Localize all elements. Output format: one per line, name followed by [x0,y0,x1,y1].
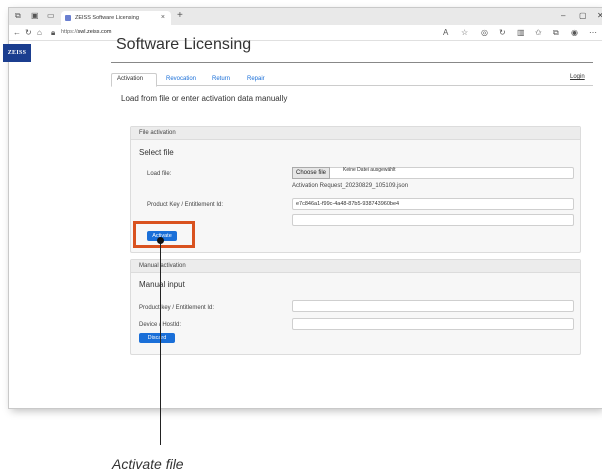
refresh-extension-icon[interactable]: ↻ [499,28,506,37]
product-key-label: Product Key / Entitlement Id: [147,202,224,208]
refresh-icon[interactable]: ↻ [25,28,32,37]
page-title: Software Licensing [116,36,252,53]
additional-input[interactable] [292,214,574,226]
favicon-icon [65,15,71,21]
read-aloud-icon[interactable]: A [443,28,448,37]
tab-repair[interactable]: Repair [247,76,265,82]
instructions-text: Load from file or enter activation data … [121,94,288,103]
favorites-icon[interactable]: ✩ [535,28,542,37]
new-tab-button[interactable]: + [177,10,183,21]
tab-activation[interactable]: Activation [117,76,143,82]
header-divider [111,62,593,63]
lock-icon: 🔒︎ [51,28,56,37]
maximize-icon[interactable]: ▢ [579,11,587,20]
favorite-icon[interactable]: ☆ [461,28,468,37]
choose-file-button[interactable]: Choose file [292,167,331,179]
activate-highlight-box [133,221,195,248]
callout-caption: Activate file [112,456,184,472]
browser-tab[interactable]: ZEISS Software Licensing × [61,11,171,25]
home-icon[interactable]: ⌂ [37,28,42,37]
product-key-input[interactable]: e7c846a1-f99c-4a48-87b5-938743960be4 [292,198,574,210]
tab-return[interactable]: Return [212,76,230,82]
collections-icon[interactable]: ⧉ [553,28,559,37]
back-icon[interactable]: ← [13,28,21,37]
manual-activation-header: Manual activation [131,260,580,273]
extension-icon[interactable]: ◎ [481,28,488,37]
more-icon[interactable]: ⋯ [589,28,597,37]
discard-button[interactable]: Discard [139,333,175,343]
close-window-icon[interactable]: ✕ [597,11,602,20]
tab-title: ZEISS Software Licensing [75,15,139,21]
browser-tabbar: ⧉ ▣ ▭ ZEISS Software Licensing × + – ▢ ✕ [9,8,602,25]
tab-revocation[interactable]: Revocation [166,76,196,82]
manual-product-key-label: Product key / Entitlement Id: [139,305,215,311]
no-file-text: Keine Datei ausgewählt [343,167,396,173]
address-bar[interactable]: https://swl.zeiss.com [61,29,111,35]
profile-icon[interactable]: ◉ [571,28,578,37]
manual-activation-title: Manual input [139,280,185,289]
minimize-icon[interactable]: – [561,11,565,20]
file-activation-panel: File activation Select file Load file: C… [130,126,581,253]
device-input[interactable] [292,318,574,330]
manual-activation-panel: Manual activation Manual input Product k… [130,259,581,355]
workspaces-icon[interactable]: ⧉ [15,12,21,20]
url-prefix: https:// [61,29,78,35]
manual-product-key-input[interactable] [292,300,574,312]
file-activation-header: File activation [131,127,580,140]
split-screen-icon[interactable]: ▥ [517,28,525,37]
tab-actions-icon[interactable]: ▣ [31,12,39,20]
callout-line [160,240,161,445]
url-host: swl.zeiss.com [77,29,112,35]
address-bar-row: ← ↻ ⌂ 🔒︎ https://swl.zeiss.com A ☆ ◎ ↻ ▥… [9,25,602,41]
callout-dot [157,237,164,244]
file-input[interactable]: Choose file Keine Datei ausgewählt [292,167,574,179]
zeiss-logo: ZEISS [3,44,31,62]
tab-close-icon[interactable]: × [161,11,165,25]
file-activation-title: Select file [139,148,174,157]
load-file-label: Load file: [147,171,172,177]
nav-tabs: Activation Revocation Return Repair [111,73,593,87]
tab-list-icon[interactable]: ▭ [47,12,55,20]
selected-file-name: Activation Request_20230829_105109.json [292,183,409,189]
